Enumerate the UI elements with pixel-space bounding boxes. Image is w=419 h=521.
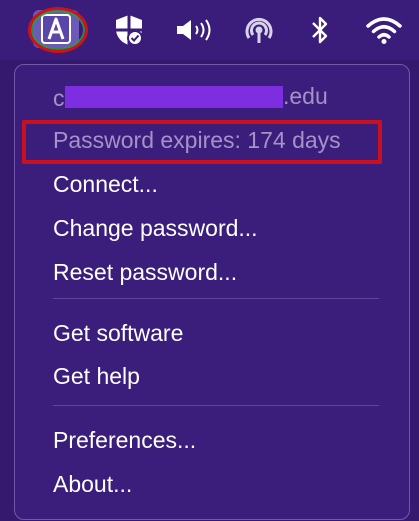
annotation-circle (28, 7, 88, 53)
menu-separator (53, 298, 379, 299)
redacted-block (65, 85, 283, 108)
wifi-icon[interactable] (362, 10, 406, 50)
annotation-box (22, 120, 382, 164)
menu-separator (53, 405, 379, 406)
menu-item-about[interactable]: About... (53, 469, 132, 499)
screen: c .edu Password expires: 174 days Connect… (0, 0, 419, 521)
menu-item-preferences[interactable]: Preferences... (53, 425, 196, 455)
account-email-suffix: .edu (283, 83, 328, 109)
shield-check-icon[interactable] (108, 10, 150, 50)
menu-item-get-software[interactable]: Get software (53, 318, 183, 348)
menu-bar (0, 0, 419, 60)
menu-item-connect[interactable]: Connect... (53, 169, 158, 199)
account-email-prefix: c (53, 84, 65, 111)
menu-item-get-help[interactable]: Get help (53, 361, 140, 391)
menu-item-change-password[interactable]: Change password... (53, 213, 258, 243)
account-email: c .edu (53, 81, 328, 113)
volume-icon[interactable] (170, 10, 218, 50)
airdrop-icon[interactable] (239, 10, 279, 50)
bluetooth-icon[interactable] (302, 10, 338, 50)
menu-item-reset-password[interactable]: Reset password... (53, 257, 237, 287)
